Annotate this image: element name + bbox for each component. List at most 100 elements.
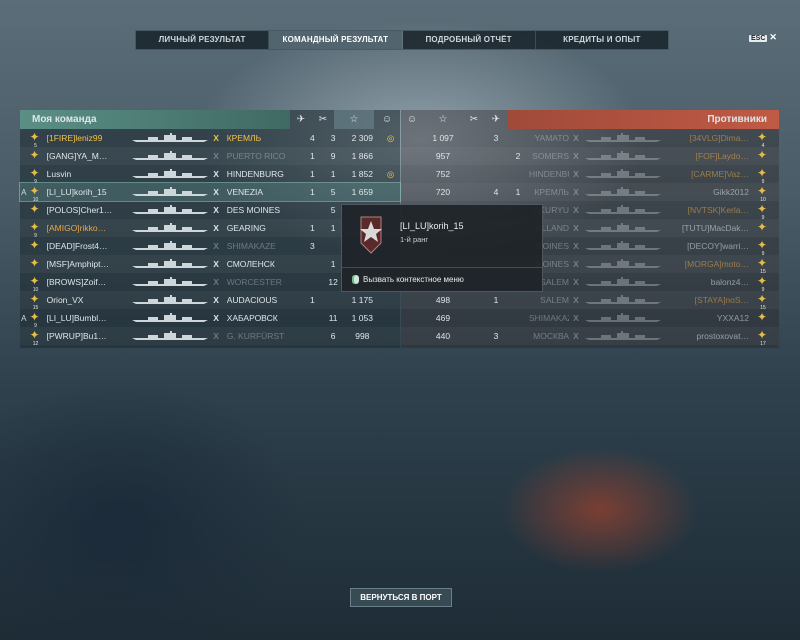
crossed-swords-icon[interactable]: ✂	[312, 114, 334, 125]
ships-destroyed-value: 1	[493, 295, 499, 305]
ship-silhouette	[130, 187, 210, 197]
planes-destroyed-value: 3	[310, 241, 315, 251]
ship-silhouette-icon	[131, 295, 208, 304]
base-xp-value: 469	[435, 313, 451, 323]
rank-star-icon: ✦	[756, 202, 768, 216]
laurel-icon[interactable]: ☺	[374, 114, 400, 125]
ships-destroyed-value: 3	[493, 331, 499, 341]
table-row[interactable]: ✦ 9 Lusvin X HINDENBURG 1 1 1 852 ◎	[20, 165, 400, 185]
tab-credits-xp[interactable]: КРЕДИТЫ И ОПЫТ	[536, 31, 668, 49]
clan-emblem-icon	[360, 216, 382, 254]
ship-tier: X	[213, 205, 219, 215]
player-name: [DECOY]warri…	[687, 241, 749, 251]
planes-destroyed-value: 1	[310, 223, 315, 233]
table-row[interactable]: 752 HINDENBURG X [CARME]Vaz… ✦9	[401, 165, 779, 185]
ship-silhouette	[583, 241, 663, 251]
table-row[interactable]: ✦ [GANG]YA_M… X PUERTO RICO 1 9 1 866	[20, 147, 400, 165]
ships-destroyed-value: 3	[330, 133, 336, 143]
tooltip-context-action[interactable]: Вызвать контекстное меню	[352, 275, 464, 284]
ship-silhouette	[583, 331, 663, 341]
esc-key-label: ESC	[749, 35, 768, 42]
rank-badge: ✦ 9	[28, 166, 43, 185]
return-to-port-button[interactable]: ВЕРНУТЬСЯ В ПОРТ	[350, 588, 452, 607]
achievement-icon: ◎	[386, 132, 395, 143]
rank-badge: ✦	[28, 202, 43, 218]
ship-silhouette-icon	[131, 277, 208, 286]
rank-badge: ✦ 10	[28, 184, 43, 203]
table-row[interactable]: ✦ 12 [PWRUP]Bu1… X G. KURFÜRST 6 998	[20, 327, 400, 347]
plane-icon[interactable]: ✈	[290, 114, 312, 125]
ships-destroyed-value: 3	[493, 133, 499, 143]
player-name: [MSF]Amphipt…	[46, 259, 109, 269]
ship-tier: X	[573, 151, 579, 161]
ship-name: VENEZIA	[226, 187, 264, 197]
ship-name: HINDENBURG	[529, 169, 569, 179]
planes-destroyed-value: 1	[310, 295, 315, 305]
plane-icon[interactable]: ✈	[485, 114, 507, 125]
rank-star-icon: ✦	[29, 274, 40, 288]
ship-silhouette	[130, 241, 210, 251]
esc-close-button[interactable]: ESC ✕	[749, 32, 777, 43]
table-row[interactable]: ✦ 15 Orion_VX X AUDACIOUS 1 1 175	[20, 291, 400, 311]
rank-badge: ✦ 9	[755, 274, 771, 293]
table-row[interactable]: 469 SHIMAKAZE X YXXA12 ✦	[401, 309, 779, 327]
player-name: [STAYA]noS…	[694, 295, 749, 305]
ship-silhouette	[130, 277, 210, 287]
star-icon[interactable]: ☆	[423, 114, 463, 125]
rank-badge: ✦ 5	[28, 130, 43, 149]
laurel-icon[interactable]: ☺	[401, 114, 423, 125]
rank-star-icon: ✦	[29, 292, 40, 306]
base-xp-value: 1 866	[351, 151, 373, 161]
ship-name: WORCESTER	[226, 277, 282, 287]
rank-badge: ✦	[755, 148, 771, 164]
rank-star-icon: ✦	[756, 256, 768, 270]
ship-tier: X	[573, 241, 579, 251]
rank-badge: ✦ 10	[28, 274, 43, 293]
table-row[interactable]: A ✦ 9 [LI_LU]Bumbl… X ХАБАРОВСК 11 1 053	[20, 309, 400, 329]
ships-destroyed-value: 9	[330, 151, 336, 161]
table-row[interactable]: A ✦ 10 [LI_LU]korih_15 X VENEZIA 1 5 1 659	[19, 182, 401, 203]
rank-badge: ✦	[755, 310, 771, 326]
ship-tier: X	[213, 151, 219, 161]
player-name: [NVTSK]Kerla…	[687, 205, 749, 215]
table-row[interactable]: ✦ 5 [1FIRE]leniz99 X КРЕМЛЬ 4 3 2 309 ◎	[20, 129, 400, 149]
star-icon[interactable]: ☆	[334, 110, 374, 129]
rank-star-icon: ✦	[29, 148, 40, 162]
rank-badge: ✦ 10	[755, 184, 771, 203]
my-team-title: Моя команда	[32, 114, 97, 125]
ship-name: YAMATO	[534, 133, 569, 143]
player-name: [AMIGO]rikko…	[46, 223, 107, 233]
table-row[interactable]: 957 2 SOMERS X [FOF]Laydo… ✦	[401, 147, 779, 165]
crossed-swords-icon[interactable]: ✂	[463, 114, 485, 125]
ship-tier: X	[573, 169, 579, 179]
rank-number: 12	[32, 341, 39, 347]
ship-silhouette-icon	[131, 187, 208, 196]
tab-personal-result[interactable]: ЛИЧНЫЙ РЕЗУЛЬТАТ	[136, 31, 270, 49]
ship-silhouette	[130, 331, 210, 341]
table-row[interactable]: 440 3 МОСКВА Xprostoxovat… ✦ 17	[401, 327, 779, 347]
table-row[interactable]: 720 4 1 КРЕМЛЬ X Gikk2012 ✦ 10	[401, 183, 779, 203]
ship-silhouette-icon	[585, 151, 661, 160]
ship-silhouette	[583, 295, 663, 305]
ship-silhouette	[130, 295, 210, 305]
ship-silhouette-icon	[585, 313, 661, 322]
player-name: [TUTU]MacDak…	[681, 223, 749, 233]
tab-team-result[interactable]: КОМАНДНЫЙ РЕЗУЛЬТАТ	[269, 31, 403, 49]
base-xp-value: 957	[435, 151, 451, 161]
enemy-team-header: Противники	[507, 110, 779, 129]
rank-badge: ✦	[28, 256, 43, 272]
table-row[interactable]: 1 097 3 YAMATO X [34VLG]Dima… ✦ 4	[401, 129, 779, 149]
player-name: Gikk2012	[713, 187, 749, 197]
ship-silhouette	[583, 223, 663, 233]
rank-star-icon: ✦	[756, 184, 768, 198]
ship-silhouette-icon	[131, 205, 208, 214]
ship-silhouette	[130, 151, 210, 161]
player-name: [FOF]Laydo…	[695, 151, 749, 161]
table-row[interactable]: 498 1 SALEM X [STAYA]noS… ✦ 15	[401, 291, 779, 311]
tooltip-player-rank: 1-й ранг	[400, 235, 429, 244]
player-name: YXXA12	[716, 313, 749, 323]
ships-destroyed-value: 1	[330, 169, 336, 179]
tab-detailed-report[interactable]: ПОДРОБНЫЙ ОТЧЁТ	[403, 31, 536, 49]
rank-badge: ✦ 15	[755, 292, 771, 311]
ship-tier: X	[213, 187, 219, 197]
